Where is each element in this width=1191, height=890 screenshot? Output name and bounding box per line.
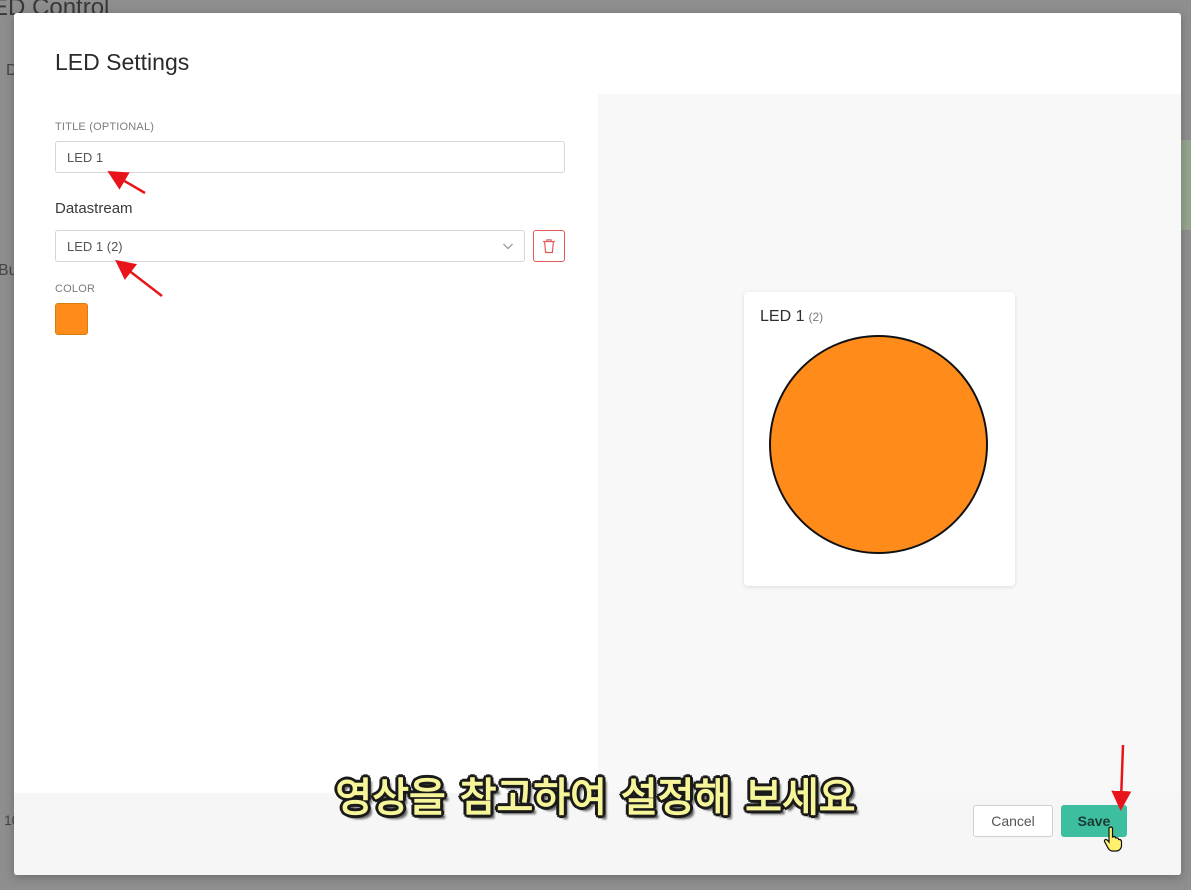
color-label: COLOR (55, 283, 96, 295)
dialog-title: LED Settings (55, 49, 190, 75)
led-indicator (769, 335, 988, 554)
preview-title: LED 1 (2) (760, 308, 823, 326)
title-input[interactable] (55, 141, 565, 173)
trash-icon (543, 239, 555, 254)
datastream-selected-value: LED 1 (2) (67, 238, 123, 254)
led-preview-card: LED 1 (2) (744, 292, 1015, 586)
chevron-down-icon (503, 243, 513, 250)
datastream-label: Datastream (55, 200, 133, 217)
delete-datastream-button[interactable] (533, 230, 565, 262)
datastream-select[interactable]: LED 1 (2) (55, 230, 525, 262)
preview-pin: (2) (808, 310, 824, 324)
preview-title-text: LED 1 (760, 308, 805, 325)
color-swatch[interactable] (55, 303, 88, 335)
cancel-button[interactable]: Cancel (973, 805, 1053, 837)
hand-pointer-icon (1103, 826, 1123, 852)
title-field-label: TITLE (OPTIONAL) (55, 121, 155, 133)
